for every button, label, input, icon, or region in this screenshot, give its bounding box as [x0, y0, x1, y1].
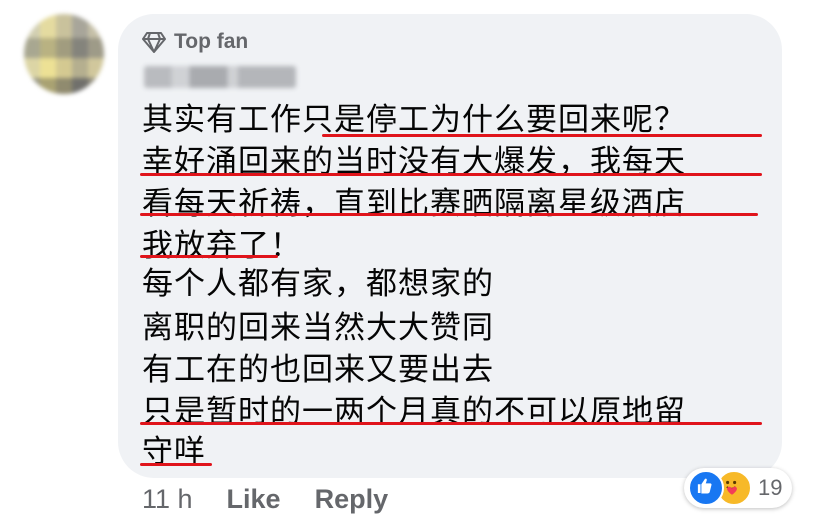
comment-line-2: 幸好涌回来的当时没有大爆发，我每天: [142, 144, 686, 179]
timestamp[interactable]: 11 h: [142, 484, 193, 515]
comment-line-9: 守咩: [142, 434, 206, 469]
underline: [322, 134, 762, 137]
underline: [140, 422, 762, 425]
diamond-icon: [142, 32, 166, 53]
like-button[interactable]: Like: [227, 484, 281, 515]
comment-line-8: 只是暂时的一两个月真的不可以原地留: [142, 394, 686, 429]
comment-line-5: 每个人都有家，都想家的: [142, 266, 494, 301]
underline: [140, 255, 278, 258]
avatar[interactable]: [24, 14, 104, 94]
top-fan-label: Top fan: [174, 30, 249, 53]
like-icon: [688, 470, 724, 506]
reply-button[interactable]: Reply: [315, 484, 389, 515]
reaction-count: 19: [758, 475, 783, 500]
comment-actions: 11 h Like Reply: [142, 484, 388, 515]
comment-line-3: 看每天祈祷，直到比赛晒隔离星级酒店: [142, 186, 686, 221]
comment-line-7: 有工在的也回来又要出去: [142, 352, 494, 387]
underline: [140, 463, 212, 466]
top-fan-badge: Top fan: [142, 30, 248, 54]
commenter-name[interactable]: [144, 66, 296, 88]
comment-line-4: 我放弃了！: [142, 228, 302, 263]
reaction-summary[interactable]: 19: [684, 468, 793, 508]
underline: [140, 173, 762, 176]
underline: [140, 213, 758, 216]
comment-line-6: 离职的回来当然大大赞同: [142, 310, 494, 345]
